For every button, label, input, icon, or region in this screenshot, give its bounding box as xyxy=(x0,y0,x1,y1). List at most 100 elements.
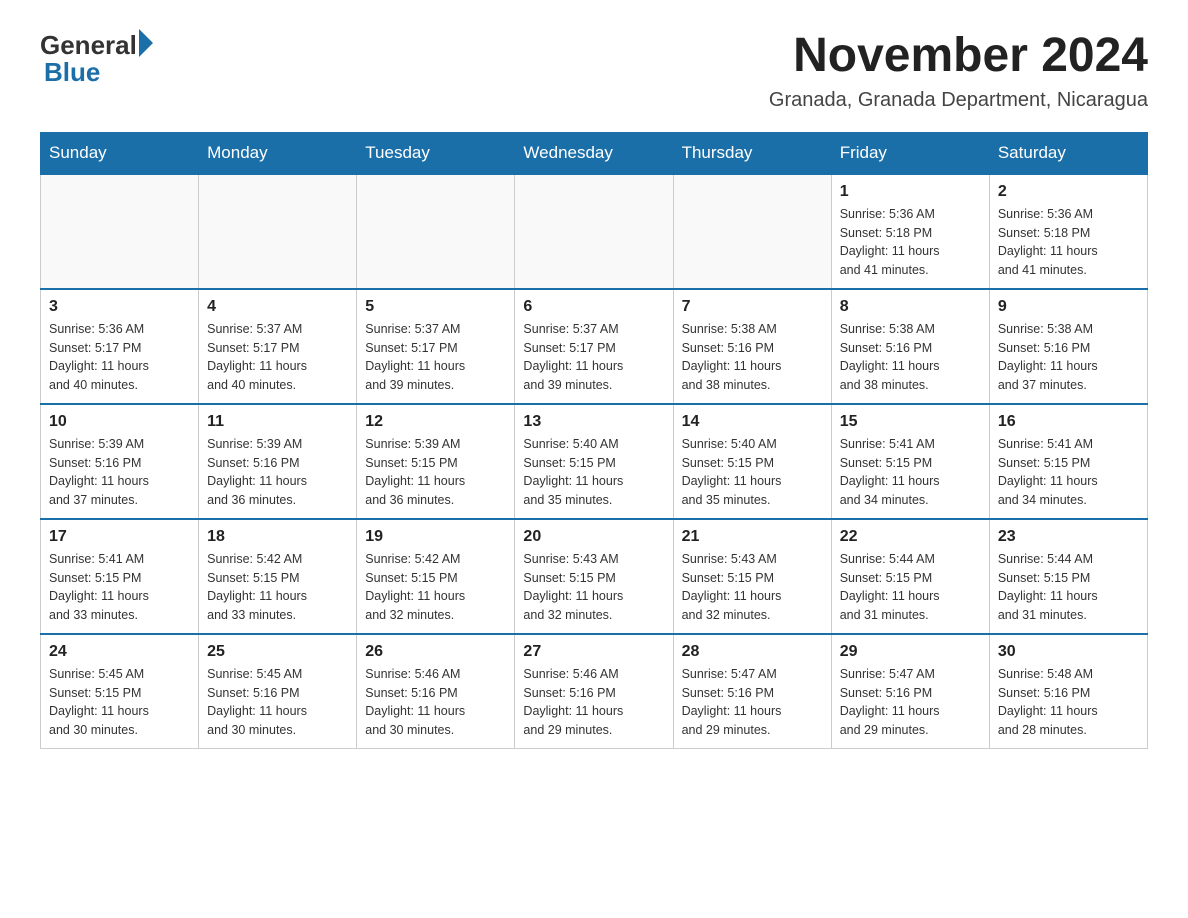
day-number: 10 xyxy=(49,413,190,431)
calendar-cell: 29Sunrise: 5:47 AMSunset: 5:16 PMDayligh… xyxy=(831,634,989,749)
calendar-cell xyxy=(673,174,831,289)
day-number: 23 xyxy=(998,528,1139,546)
day-number: 17 xyxy=(49,528,190,546)
calendar-cell: 15 Sunrise: 5:41 AMSunset: 5:15 PMDayligh… xyxy=(831,404,989,519)
day-number: 11 xyxy=(207,413,348,431)
day-number: 15 xyxy=(840,413,981,431)
day-info: Sunrise: 5:38 AMSunset: 5:16 PMDaylight:… xyxy=(998,320,1139,395)
calendar-cell: 20Sunrise: 5:43 AMSunset: 5:15 PMDayligh… xyxy=(515,519,673,634)
column-header-monday: Monday xyxy=(199,132,357,174)
calendar-cell: 16 Sunrise: 5:41 AMSunset: 5:15 PMDayligh… xyxy=(989,404,1147,519)
column-header-tuesday: Tuesday xyxy=(357,132,515,174)
day-info: Sunrise: 5:38 AMSunset: 5:16 PMDaylight:… xyxy=(840,320,981,395)
calendar-cell: 25 Sunrise: 5:45 AMSunset: 5:16 PMDayligh… xyxy=(199,634,357,749)
calendar-cell: 8 Sunrise: 5:38 AMSunset: 5:16 PMDaylight… xyxy=(831,289,989,404)
day-info: Sunrise: 5:39 AMSunset: 5:16 PMDaylight:… xyxy=(49,435,190,510)
page-header: General Blue November 2024 Granada, Gran… xyxy=(40,30,1148,112)
title-section: November 2024 Granada, Granada Departmen… xyxy=(769,30,1148,112)
calendar-cell: 11Sunrise: 5:39 AMSunset: 5:16 PMDayligh… xyxy=(199,404,357,519)
day-number: 14 xyxy=(682,413,823,431)
day-number: 21 xyxy=(682,528,823,546)
day-info: Sunrise: 5:45 AMSunset: 5:16 PMDaylight:… xyxy=(207,665,348,740)
calendar-cell: 12 Sunrise: 5:39 AMSunset: 5:15 PMDayligh… xyxy=(357,404,515,519)
calendar-header-row: SundayMondayTuesdayWednesdayThursdayFrid… xyxy=(41,132,1148,174)
day-number: 20 xyxy=(523,528,664,546)
calendar-cell xyxy=(515,174,673,289)
day-info: Sunrise: 5:41 AMSunset: 5:15 PMDaylight:… xyxy=(840,435,981,510)
day-info: Sunrise: 5:36 AMSunset: 5:18 PMDaylight:… xyxy=(840,205,981,280)
day-info: Sunrise: 5:48 AMSunset: 5:16 PMDaylight:… xyxy=(998,665,1139,740)
day-number: 24 xyxy=(49,643,190,661)
day-number: 7 xyxy=(682,298,823,316)
calendar-cell xyxy=(357,174,515,289)
column-header-thursday: Thursday xyxy=(673,132,831,174)
calendar-cell: 2Sunrise: 5:36 AMSunset: 5:18 PMDaylight… xyxy=(989,174,1147,289)
day-info: Sunrise: 5:46 AMSunset: 5:16 PMDaylight:… xyxy=(365,665,506,740)
calendar-cell: 24 Sunrise: 5:45 AMSunset: 5:15 PMDayligh… xyxy=(41,634,199,749)
logo-triangle-icon xyxy=(139,29,153,57)
calendar-cell: 27 Sunrise: 5:46 AMSunset: 5:16 PMDayligh… xyxy=(515,634,673,749)
day-number: 22 xyxy=(840,528,981,546)
day-number: 19 xyxy=(365,528,506,546)
calendar-cell: 30 Sunrise: 5:48 AMSunset: 5:16 PMDayligh… xyxy=(989,634,1147,749)
logo-text-blue: Blue xyxy=(44,57,153,88)
day-number: 16 xyxy=(998,413,1139,431)
day-info: Sunrise: 5:39 AMSunset: 5:15 PMDaylight:… xyxy=(365,435,506,510)
column-header-wednesday: Wednesday xyxy=(515,132,673,174)
calendar-cell xyxy=(41,174,199,289)
day-info: Sunrise: 5:44 AMSunset: 5:15 PMDaylight:… xyxy=(998,550,1139,625)
day-number: 13 xyxy=(523,413,664,431)
day-info: Sunrise: 5:46 AMSunset: 5:16 PMDaylight:… xyxy=(523,665,664,740)
day-info: Sunrise: 5:41 AMSunset: 5:15 PMDaylight:… xyxy=(49,550,190,625)
day-number: 1 xyxy=(840,183,981,201)
day-info: Sunrise: 5:36 AMSunset: 5:18 PMDaylight:… xyxy=(998,205,1139,280)
day-info: Sunrise: 5:42 AMSunset: 5:15 PMDaylight:… xyxy=(365,550,506,625)
calendar-cell: 23 Sunrise: 5:44 AMSunset: 5:15 PMDayligh… xyxy=(989,519,1147,634)
day-number: 5 xyxy=(365,298,506,316)
location-subtitle: Granada, Granada Department, Nicaragua xyxy=(769,89,1148,112)
day-info: Sunrise: 5:45 AMSunset: 5:15 PMDaylight:… xyxy=(49,665,190,740)
day-number: 18 xyxy=(207,528,348,546)
calendar-week-row: 3Sunrise: 5:36 AMSunset: 5:17 PMDaylight… xyxy=(41,289,1148,404)
calendar-cell: 21 Sunrise: 5:43 AMSunset: 5:15 PMDayligh… xyxy=(673,519,831,634)
calendar-cell: 9 Sunrise: 5:38 AMSunset: 5:16 PMDaylight… xyxy=(989,289,1147,404)
calendar-cell: 5Sunrise: 5:37 AMSunset: 5:17 PMDaylight… xyxy=(357,289,515,404)
day-number: 30 xyxy=(998,643,1139,661)
day-info: Sunrise: 5:41 AMSunset: 5:15 PMDaylight:… xyxy=(998,435,1139,510)
column-header-saturday: Saturday xyxy=(989,132,1147,174)
day-number: 27 xyxy=(523,643,664,661)
day-number: 3 xyxy=(49,298,190,316)
calendar-cell: 6Sunrise: 5:37 AMSunset: 5:17 PMDaylight… xyxy=(515,289,673,404)
day-info: Sunrise: 5:37 AMSunset: 5:17 PMDaylight:… xyxy=(523,320,664,395)
calendar-week-row: 17 Sunrise: 5:41 AMSunset: 5:15 PMDayligh… xyxy=(41,519,1148,634)
calendar-week-row: 10 Sunrise: 5:39 AMSunset: 5:16 PMDayligh… xyxy=(41,404,1148,519)
calendar-cell: 4 Sunrise: 5:37 AMSunset: 5:17 PMDaylight… xyxy=(199,289,357,404)
calendar-cell: 10 Sunrise: 5:39 AMSunset: 5:16 PMDayligh… xyxy=(41,404,199,519)
calendar-cell: 26 Sunrise: 5:46 AMSunset: 5:16 PMDayligh… xyxy=(357,634,515,749)
day-number: 12 xyxy=(365,413,506,431)
calendar-cell: 3Sunrise: 5:36 AMSunset: 5:17 PMDaylight… xyxy=(41,289,199,404)
day-info: Sunrise: 5:37 AMSunset: 5:17 PMDaylight:… xyxy=(207,320,348,395)
day-info: Sunrise: 5:43 AMSunset: 5:15 PMDaylight:… xyxy=(682,550,823,625)
calendar-cell: 14Sunrise: 5:40 AMSunset: 5:15 PMDayligh… xyxy=(673,404,831,519)
day-number: 4 xyxy=(207,298,348,316)
calendar-week-row: 24 Sunrise: 5:45 AMSunset: 5:15 PMDayligh… xyxy=(41,634,1148,749)
calendar-cell: 17 Sunrise: 5:41 AMSunset: 5:15 PMDayligh… xyxy=(41,519,199,634)
day-info: Sunrise: 5:44 AMSunset: 5:15 PMDaylight:… xyxy=(840,550,981,625)
calendar-cell: 28Sunrise: 5:47 AMSunset: 5:16 PMDayligh… xyxy=(673,634,831,749)
calendar-cell xyxy=(199,174,357,289)
calendar-cell: 13 Sunrise: 5:40 AMSunset: 5:15 PMDayligh… xyxy=(515,404,673,519)
calendar-week-row: 1 Sunrise: 5:36 AMSunset: 5:18 PMDaylight… xyxy=(41,174,1148,289)
logo: General Blue xyxy=(40,30,153,88)
day-number: 25 xyxy=(207,643,348,661)
day-number: 8 xyxy=(840,298,981,316)
calendar-table: SundayMondayTuesdayWednesdayThursdayFrid… xyxy=(40,132,1148,749)
day-info: Sunrise: 5:40 AMSunset: 5:15 PMDaylight:… xyxy=(523,435,664,510)
calendar-cell: 18Sunrise: 5:42 AMSunset: 5:15 PMDayligh… xyxy=(199,519,357,634)
day-info: Sunrise: 5:38 AMSunset: 5:16 PMDaylight:… xyxy=(682,320,823,395)
calendar-cell: 22 Sunrise: 5:44 AMSunset: 5:15 PMDayligh… xyxy=(831,519,989,634)
day-info: Sunrise: 5:47 AMSunset: 5:16 PMDaylight:… xyxy=(840,665,981,740)
calendar-cell: 7 Sunrise: 5:38 AMSunset: 5:16 PMDaylight… xyxy=(673,289,831,404)
day-number: 9 xyxy=(998,298,1139,316)
day-number: 26 xyxy=(365,643,506,661)
